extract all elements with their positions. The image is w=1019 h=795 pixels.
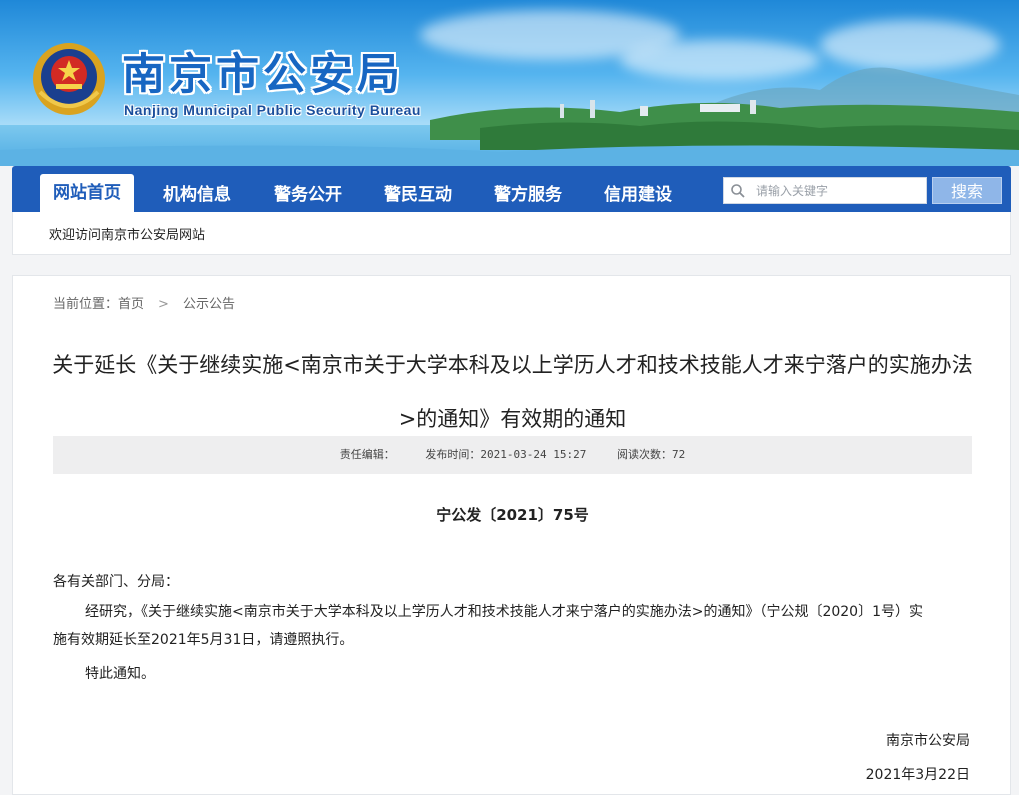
- addressee: 各有关部门、分局：: [53, 574, 179, 590]
- document-number: 宁公发〔2021〕75号: [436, 506, 589, 524]
- nav-item-interaction[interactable]: 警民互动: [384, 180, 452, 205]
- nav-item-police-affairs[interactable]: 警务公开: [274, 180, 342, 205]
- search-button[interactable]: 搜索: [932, 177, 1002, 204]
- main-nav: 网站首页 机构信息 警务公开 警民互动 警方服务 信用建设 搜索: [12, 166, 1011, 212]
- body-paragraph: 特此通知。: [85, 666, 155, 682]
- nav-item-organization[interactable]: 机构信息: [163, 180, 231, 205]
- breadcrumb-home-link[interactable]: 首页: [118, 297, 144, 312]
- welcome-text: 欢迎访问南京市公安局网站: [49, 228, 206, 243]
- nav-item-credit[interactable]: 信用建设: [604, 180, 672, 205]
- signature-date: 2021年3月22日: [865, 767, 970, 783]
- article-title: 关于延长《关于继续实施<南京市关于大学本科及以上学历人才和技术技能人才来宁落户的…: [52, 353, 973, 431]
- meta-views: 阅读次数：72: [616, 448, 686, 461]
- nav-item-home[interactable]: 网站首页: [40, 174, 134, 212]
- site-title: 南京市公安局: [122, 50, 404, 100]
- body-paragraph: 经研究，《关于继续实施<南京市关于大学本科及以上学历人才和技术技能人才来宁落户的…: [53, 604, 923, 648]
- breadcrumb-current-link[interactable]: 公示公告: [183, 297, 235, 312]
- site-subtitle: Nanjing Municipal Public Security Bureau: [124, 102, 421, 118]
- signature-organization: 南京市公安局: [886, 733, 970, 749]
- police-emblem-logo: [33, 43, 105, 115]
- article-container: 当前位置：首页 > 公示公告 关于延长《关于继续实施<南京市关于大学本科及以上学历人…: [12, 275, 1011, 795]
- search-icon: [731, 184, 745, 198]
- welcome-bar: 欢迎访问南京市公安局网站: [12, 212, 1011, 255]
- breadcrumb: 当前位置：首页 > 公示公告: [53, 293, 241, 312]
- breadcrumb-separator: >: [158, 297, 169, 312]
- search-input[interactable]: [756, 181, 922, 200]
- meta-editor: 责任编辑：: [339, 448, 395, 461]
- breadcrumb-prefix: 当前位置：: [53, 297, 119, 312]
- search-box: [723, 177, 927, 204]
- article-meta-bar: 责任编辑： 发布时间：2021-03-24 15:27 阅读次数：72: [53, 436, 972, 474]
- nav-item-services[interactable]: 警方服务: [494, 180, 562, 205]
- meta-publish-time: 发布时间：2021-03-24 15:27: [425, 448, 587, 461]
